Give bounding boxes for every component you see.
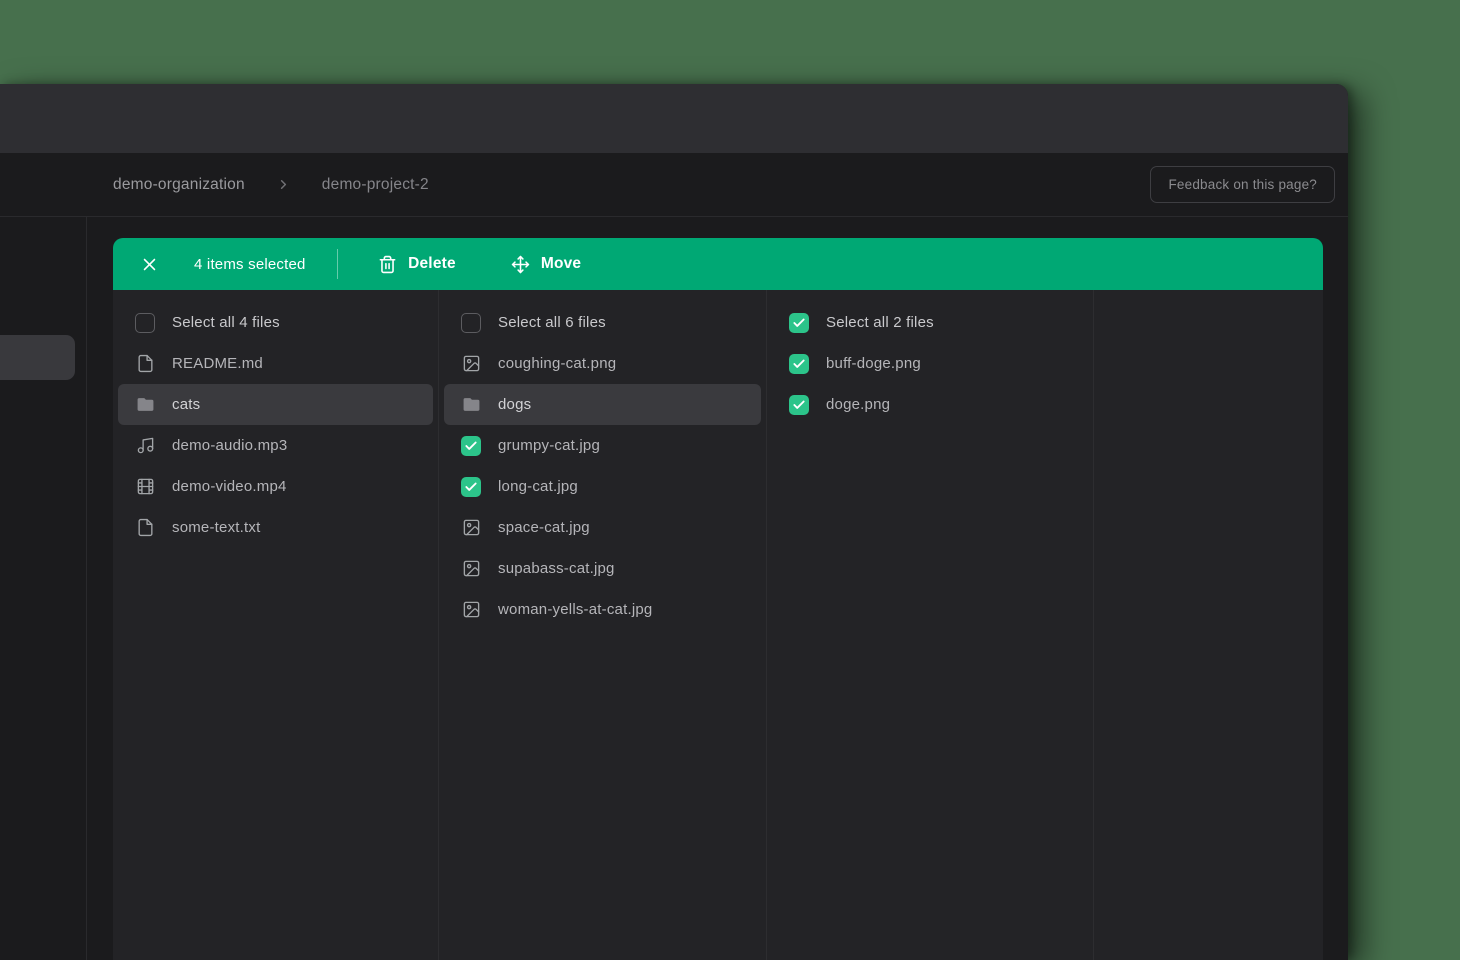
breadcrumb: demo-organization demo-project-2 xyxy=(113,176,429,194)
close-selection-button[interactable] xyxy=(137,252,162,277)
file-name: buff-doge.png xyxy=(826,355,921,372)
chevron-right-icon xyxy=(276,177,291,192)
file-row[interactable]: woman-yells-at-cat.jpg xyxy=(444,589,761,630)
folder-row[interactable]: cats xyxy=(118,384,433,425)
file-browser-panel: 4 items selected Delete Move xyxy=(113,238,1323,960)
x-icon xyxy=(141,256,158,273)
sidebar xyxy=(0,217,87,960)
move-button-label: Move xyxy=(541,255,581,273)
file-row[interactable]: space-cat.jpg xyxy=(444,507,761,548)
file-name: dogs xyxy=(498,396,531,413)
file-checkbox-checked[interactable] xyxy=(461,477,481,497)
file-name: cats xyxy=(172,396,200,413)
move-icon xyxy=(511,255,530,274)
image-icon xyxy=(461,354,481,374)
delete-button[interactable]: Delete xyxy=(378,255,456,274)
delete-button-label: Delete xyxy=(408,255,456,273)
file-name: coughing-cat.png xyxy=(498,355,616,372)
select-all-label: Select all 6 files xyxy=(498,314,606,331)
window-titlebar xyxy=(0,84,1348,153)
action-bar-divider xyxy=(337,249,339,279)
file-row[interactable]: coughing-cat.png xyxy=(444,343,761,384)
folder-icon xyxy=(461,395,481,415)
file-row[interactable]: supabass-cat.jpg xyxy=(444,548,761,589)
file-name: grumpy-cat.jpg xyxy=(498,437,600,454)
file-row[interactable]: some-text.txt xyxy=(118,507,433,548)
file-row[interactable]: demo-audio.mp3 xyxy=(118,425,433,466)
file-column-1: Select all 6 files coughing-cat.png dogs gr… xyxy=(439,290,767,960)
image-icon xyxy=(461,600,481,620)
file-checkbox-checked[interactable] xyxy=(789,354,809,374)
file-row[interactable]: grumpy-cat.jpg xyxy=(444,425,761,466)
film-icon xyxy=(135,477,155,497)
file-icon xyxy=(135,518,155,538)
image-icon xyxy=(461,518,481,538)
folder-icon xyxy=(135,395,155,415)
select-all-checkbox-unchecked[interactable] xyxy=(135,313,155,333)
page: { "colors": { "backdrop_green": "#47704d… xyxy=(0,0,1460,960)
file-row[interactable]: doge.png xyxy=(772,384,1088,425)
move-button[interactable]: Move xyxy=(511,255,581,274)
select-all-checkbox-checked[interactable] xyxy=(789,313,809,333)
breadcrumb-organization[interactable]: demo-organization xyxy=(113,176,245,194)
select-all-label: Select all 2 files xyxy=(826,314,934,331)
feedback-button[interactable]: Feedback on this page? xyxy=(1150,166,1335,203)
file-columns: Select all 4 files README.md cats demo-audi… xyxy=(113,290,1323,960)
file-column-2: Select all 2 files buff-doge.png doge.png xyxy=(767,290,1094,960)
content-area: 4 items selected Delete Move xyxy=(0,217,1348,960)
file-name: demo-video.mp4 xyxy=(172,478,287,495)
file-column-0: Select all 4 files README.md cats demo-audi… xyxy=(113,290,439,960)
file-name: doge.png xyxy=(826,396,890,413)
page-header: demo-organization demo-project-2 Feedbac… xyxy=(0,153,1348,217)
file-column-3 xyxy=(1094,290,1323,960)
file-row[interactable]: demo-video.mp4 xyxy=(118,466,433,507)
file-name: demo-audio.mp3 xyxy=(172,437,287,454)
select-all-checkbox-unchecked[interactable] xyxy=(461,313,481,333)
select-all-row[interactable]: Select all 4 files xyxy=(118,302,433,343)
file-name: README.md xyxy=(172,355,263,372)
trash-icon xyxy=(378,255,397,274)
select-all-label: Select all 4 files xyxy=(172,314,280,331)
select-all-row[interactable]: Select all 6 files xyxy=(444,302,761,343)
selection-action-bar: 4 items selected Delete Move xyxy=(113,238,1323,290)
music-icon xyxy=(135,436,155,456)
folder-row[interactable]: dogs xyxy=(444,384,761,425)
file-name: long-cat.jpg xyxy=(498,478,578,495)
select-all-row[interactable]: Select all 2 files xyxy=(772,302,1088,343)
file-name: space-cat.jpg xyxy=(498,519,590,536)
file-row[interactable]: buff-doge.png xyxy=(772,343,1088,384)
selected-count-label: 4 items selected xyxy=(194,256,306,273)
file-checkbox-checked[interactable] xyxy=(461,436,481,456)
file-icon xyxy=(135,354,155,374)
image-icon xyxy=(461,559,481,579)
breadcrumb-project[interactable]: demo-project-2 xyxy=(322,176,429,194)
file-name: supabass-cat.jpg xyxy=(498,560,615,577)
file-row[interactable]: long-cat.jpg xyxy=(444,466,761,507)
app-window: demo-organization demo-project-2 Feedbac… xyxy=(0,84,1348,960)
sidebar-item-active[interactable] xyxy=(0,335,75,380)
file-name: woman-yells-at-cat.jpg xyxy=(498,601,652,618)
storage-explorer: 4 items selected Delete Move xyxy=(87,217,1348,960)
file-name: some-text.txt xyxy=(172,519,260,536)
file-checkbox-checked[interactable] xyxy=(789,395,809,415)
file-row[interactable]: README.md xyxy=(118,343,433,384)
